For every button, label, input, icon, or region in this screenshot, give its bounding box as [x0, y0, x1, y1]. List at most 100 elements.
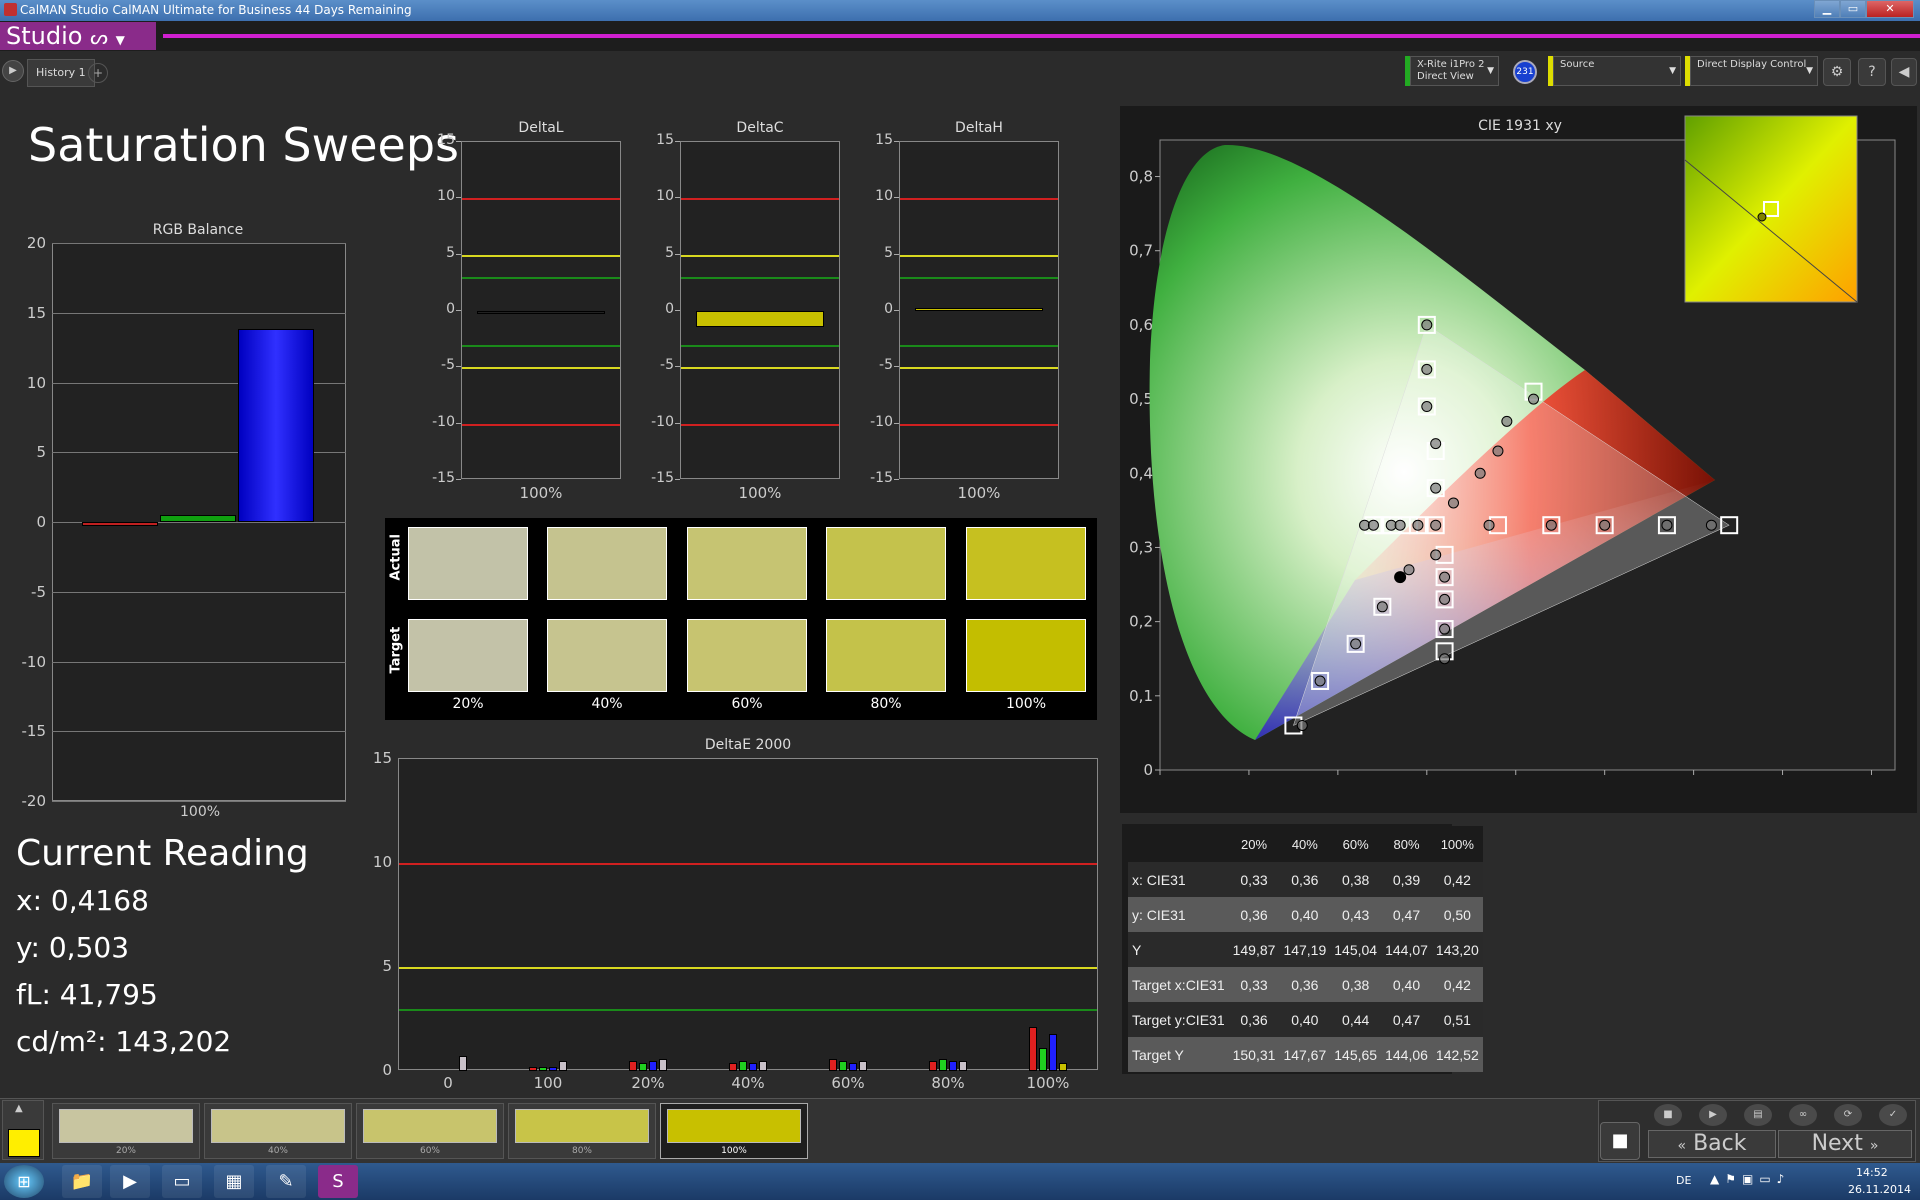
table-cell: 145,65	[1330, 1037, 1382, 1072]
start-button-icon[interactable]: ⊞	[4, 1165, 44, 1198]
refresh-icon[interactable]: ⟳	[1834, 1104, 1862, 1126]
cie-actual-marker	[1296, 719, 1308, 731]
paint-icon[interactable]: ✎	[266, 1165, 306, 1198]
media-player-icon[interactable]: ▶	[110, 1165, 150, 1198]
language-indicator[interactable]: DE	[1676, 1174, 1691, 1187]
back-arrow-icon: «	[1677, 1138, 1687, 1154]
table-cell: 145,04	[1330, 932, 1382, 967]
deltae-bar	[949, 1060, 957, 1071]
close-icon[interactable]: ✕	[1866, 0, 1914, 18]
rgb-ytick-label: 10	[26, 373, 46, 392]
help-icon[interactable]: ?	[1858, 58, 1886, 86]
tab-history-1[interactable]: History 1	[27, 59, 95, 87]
swatch-label: 40%	[591, 696, 623, 712]
deltae-bar	[749, 1062, 757, 1071]
meter-dropdown[interactable]: X-Rite i1Pro 2 Direct View ▼	[1410, 56, 1499, 86]
table-cell: 0,39	[1381, 862, 1432, 897]
delta-ytick-mark	[894, 197, 899, 199]
table-cell: 0,44	[1330, 1002, 1382, 1037]
swatch-label: 80%	[870, 696, 902, 712]
clock-time[interactable]: 14:52	[1856, 1166, 1888, 1179]
cie-xtick-label: 0,2	[1326, 778, 1350, 780]
delta-threshold-line	[462, 277, 620, 280]
calman-taskbar-icon[interactable]: S	[318, 1165, 358, 1198]
next-button[interactable]: Next »	[1778, 1130, 1912, 1158]
display-control-dropdown[interactable]: Direct Display Control ▼	[1690, 56, 1818, 86]
delta-threshold-line	[681, 344, 839, 347]
cie-ytick-label: 0,3	[1129, 538, 1153, 556]
workflow-swatch[interactable]: 20%	[52, 1103, 200, 1159]
collapse-up-icon[interactable]: ▲	[15, 1103, 23, 1114]
workflow-swatch[interactable]: 40%	[204, 1103, 352, 1159]
workflow-swatch[interactable]: 80%	[508, 1103, 656, 1159]
cie-ytick-label: 0,2	[1129, 613, 1153, 631]
gear-icon[interactable]: ⚙	[1823, 58, 1851, 86]
meter-badge[interactable]: 231	[1513, 60, 1537, 84]
delta-ytick-label: 0	[884, 301, 893, 317]
deltae-xtick-label: 40%	[731, 1074, 765, 1092]
cie-actual-marker	[1661, 519, 1673, 531]
swatch-label: 100%	[1005, 696, 1047, 712]
workflow-swatch[interactable]: 60%	[356, 1103, 504, 1159]
table-row: y: CIE31 0,36 0,40 0,43 0,47 0,50	[1128, 897, 1483, 932]
workflow-swatch-color	[363, 1109, 497, 1143]
table-cell: 0,47	[1381, 1002, 1432, 1037]
play-icon[interactable]: ▶	[2, 60, 24, 82]
loop-icon[interactable]: ∞	[1789, 1104, 1817, 1126]
cie-actual-marker	[1367, 519, 1379, 531]
table-cell: 0,38	[1330, 862, 1382, 897]
workflow-swatch-label: 80%	[571, 1146, 592, 1156]
cie-actual-marker	[1705, 519, 1717, 531]
cie-xtick-label: 0,3	[1415, 778, 1439, 780]
delta-ytick-label: -15	[870, 470, 893, 486]
deltae-bar	[849, 1062, 857, 1071]
delta-chart-title: DeltaC	[736, 120, 784, 136]
reading-x: x: 0,4168	[16, 884, 149, 917]
cie-xtick-label: 0,6	[1682, 778, 1706, 780]
back-button[interactable]: « Back	[1648, 1130, 1776, 1158]
cie-actual-marker	[1394, 519, 1406, 531]
collapse-icon[interactable]: ◀	[1891, 58, 1917, 86]
maximize-icon[interactable]: ▭	[1840, 0, 1866, 18]
minimize-icon[interactable]: ▁	[1814, 0, 1840, 18]
source-dropdown[interactable]: Source ▼	[1553, 56, 1681, 86]
add-tab-button[interactable]: +	[88, 63, 108, 83]
meter-mode: Direct View	[1417, 71, 1474, 82]
rgb-bar-blue	[238, 329, 314, 522]
window-titlebar: CalMAN Studio CalMAN Ultimate for Busine…	[0, 0, 1920, 21]
clock-date[interactable]: 26.11.2014	[1848, 1183, 1911, 1196]
studio-menu-button[interactable]: Studio ᔕ ▼	[0, 22, 156, 50]
delta-ytick-mark	[456, 310, 461, 311]
chevron-down-icon: ▼	[1806, 66, 1813, 76]
studio-label: Studio	[6, 22, 83, 50]
stop-big-icon[interactable]: ■	[1600, 1122, 1640, 1160]
delta-ytick-label: -10	[870, 413, 893, 430]
table-row-label: Y	[1128, 932, 1229, 967]
cie-xtick-label: 0,4	[1504, 778, 1528, 780]
deltae-bar	[729, 1062, 737, 1071]
delta-bar	[477, 311, 605, 314]
workflow-swatch[interactable]: 100%	[660, 1103, 808, 1159]
calculator-icon[interactable]: ▦	[214, 1165, 254, 1198]
delta-ytick-mark	[675, 197, 680, 199]
cie-ytick-label: 0,8	[1129, 168, 1153, 186]
studio-logo-icon: ᔕ	[90, 25, 108, 49]
stop-icon[interactable]: ■	[1654, 1104, 1682, 1126]
check-icon[interactable]: ✓	[1879, 1104, 1907, 1126]
cie-actual-marker	[1403, 564, 1415, 576]
save-icon[interactable]: ▤	[1744, 1104, 1772, 1126]
explorer-icon[interactable]: 📁	[62, 1165, 102, 1198]
play-step-icon[interactable]: ▶	[1699, 1104, 1727, 1126]
cie-actual-marker	[1421, 319, 1433, 331]
cie-ytick-label: 0,5	[1129, 390, 1153, 408]
delta-ytick-label: 10	[875, 188, 893, 205]
cie-actual-marker	[1430, 482, 1442, 494]
deltae-threshold-line	[399, 863, 1097, 865]
rgb-grid-line	[52, 591, 346, 593]
rgb-grid-line	[52, 801, 346, 802]
tray-icons[interactable]: ▲⚑▣▭♪	[1710, 1172, 1790, 1186]
delta-threshold-line	[462, 367, 620, 370]
delta-chart-plot	[680, 141, 840, 479]
sticky-notes-icon[interactable]: ▭	[162, 1165, 202, 1198]
table-cell: 149,87	[1228, 932, 1280, 967]
